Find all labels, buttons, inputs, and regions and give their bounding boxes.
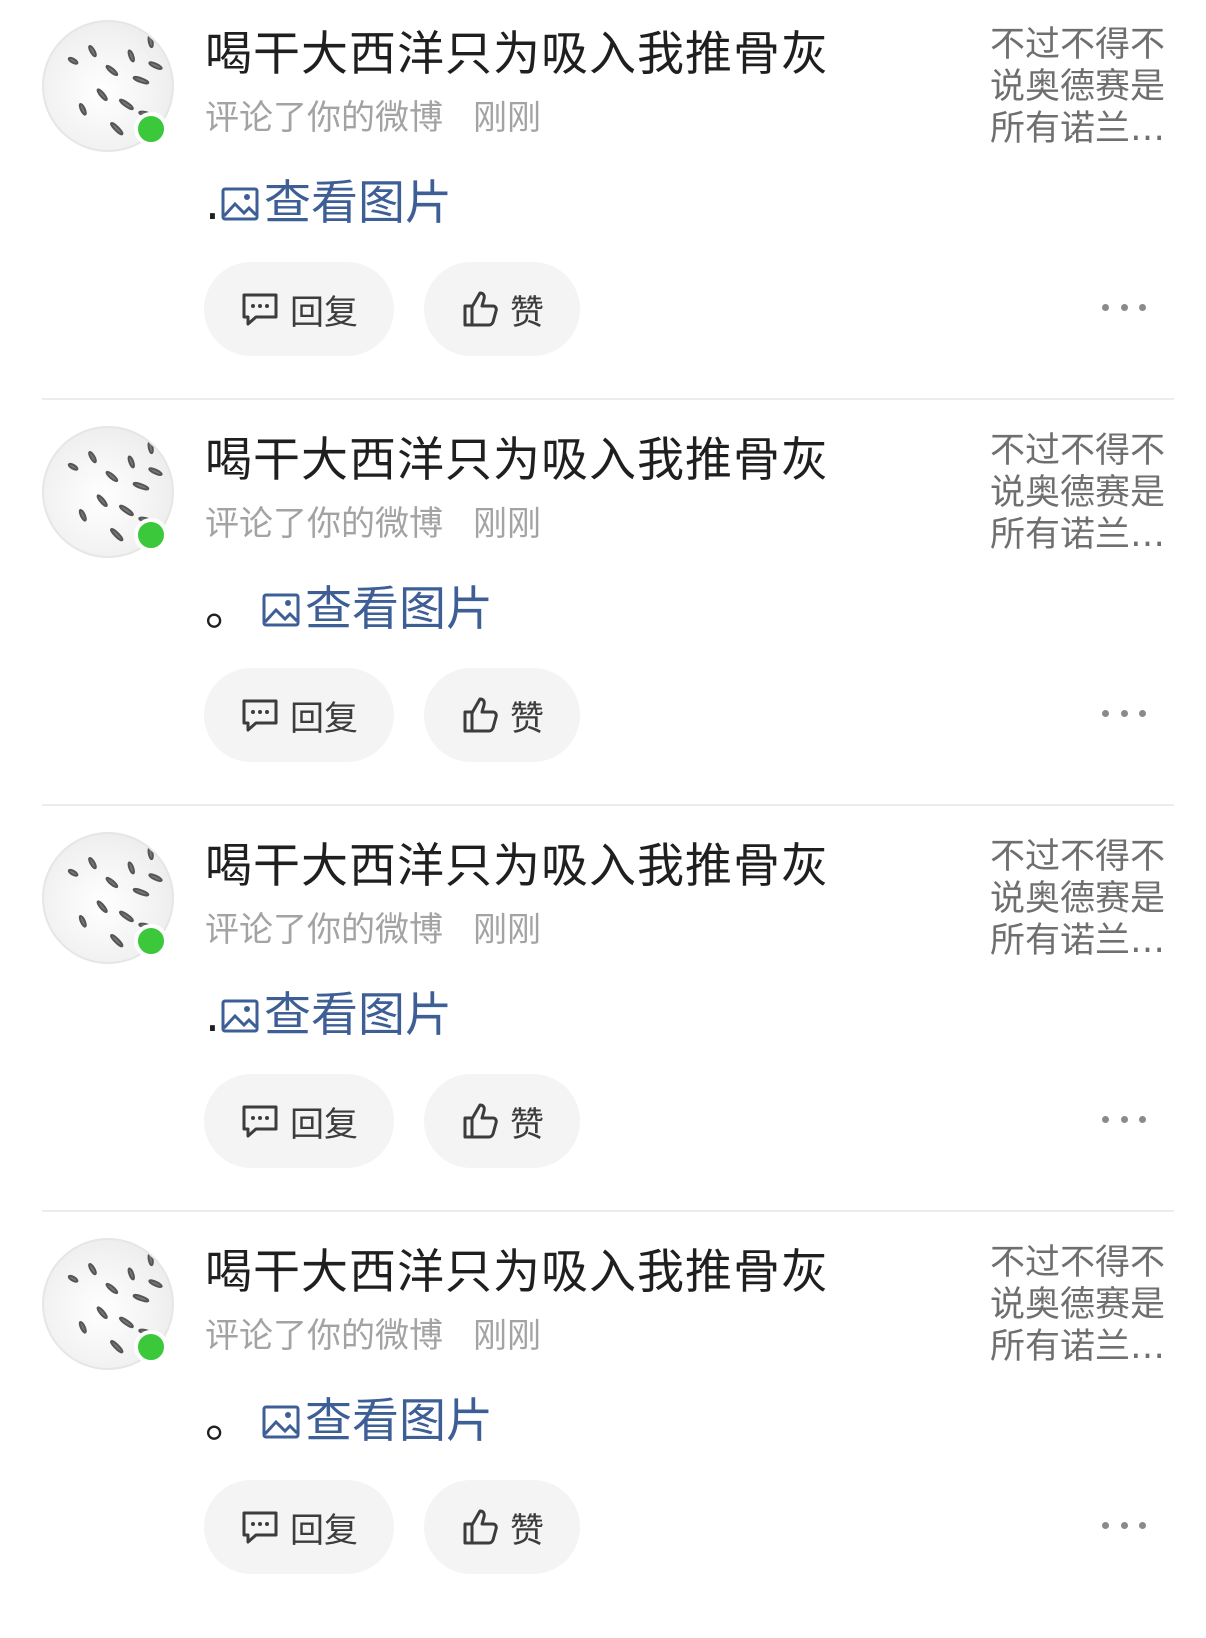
comment-icon [242,1511,278,1544]
divider [42,1210,1174,1212]
reply-label: 回复 [290,1104,358,1145]
quoted-weibo[interactable]: 不过不得不说奥德赛是所有诺兰… [990,1242,1172,1368]
reply-button[interactable]: 回复 [204,262,394,356]
image-icon [221,999,259,1033]
comment-content: 。查看图片 [205,582,493,638]
view-image-link[interactable]: 查看图片 [261,582,493,638]
notification-meta: 评论了你的微博 刚刚 [205,96,541,140]
reply-label: 回复 [290,292,358,333]
like-label: 赞 [510,1104,544,1145]
notification-item[interactable]: 喝干大西洋只为吸入我推骨灰 评论了你的微博 刚刚 不过不得不说奥德赛是所有诺兰… … [0,1218,1206,1638]
quoted-weibo[interactable]: 不过不得不说奥德赛是所有诺兰… [990,430,1172,556]
reply-button[interactable]: 回复 [204,668,394,762]
comment-text: . [205,988,220,1043]
online-status-dot [134,112,168,146]
like-label: 赞 [510,698,544,739]
action-text: 评论了你的微博 [205,1316,443,1356]
like-button[interactable]: 赞 [424,668,580,762]
online-status-dot [134,924,168,958]
image-icon [221,187,259,221]
thumbs-up-icon [463,291,498,327]
more-horizontal-icon[interactable] [1102,292,1146,322]
notification-meta: 评论了你的微博 刚刚 [205,908,541,952]
view-image-link[interactable]: 查看图片 [261,1394,493,1450]
quoted-weibo[interactable]: 不过不得不说奥德赛是所有诺兰… [990,24,1172,150]
username[interactable]: 喝干大西洋只为吸入我推骨灰 [205,432,829,490]
like-label: 赞 [510,1510,544,1551]
like-button[interactable]: 赞 [424,262,580,356]
divider [42,398,1174,400]
more-horizontal-icon[interactable] [1102,698,1146,728]
thumbs-up-icon [463,1509,498,1545]
divider [42,804,1174,806]
view-image-link[interactable]: 查看图片 [220,176,452,232]
comment-text: 。 [205,1394,252,1449]
notification-meta: 评论了你的微博 刚刚 [205,502,541,546]
notification-meta: 评论了你的微博 刚刚 [205,1314,541,1358]
action-text: 评论了你的微博 [205,910,443,950]
image-icon [262,593,300,627]
image-icon [262,1405,300,1439]
action-text: 评论了你的微博 [205,504,443,544]
timestamp: 刚刚 [473,1316,541,1356]
online-status-dot [134,1330,168,1364]
username[interactable]: 喝干大西洋只为吸入我推骨灰 [205,1244,829,1302]
thumbs-up-icon [463,1103,498,1139]
view-image-label: 查看图片 [305,1394,493,1449]
timestamp: 刚刚 [473,910,541,950]
username[interactable]: 喝干大西洋只为吸入我推骨灰 [205,838,829,896]
more-horizontal-icon[interactable] [1102,1104,1146,1134]
quoted-weibo[interactable]: 不过不得不说奥德赛是所有诺兰… [990,836,1172,962]
timestamp: 刚刚 [473,504,541,544]
reply-label: 回复 [290,698,358,739]
notification-item[interactable]: 喝干大西洋只为吸入我推骨灰 评论了你的微博 刚刚 不过不得不说奥德赛是所有诺兰… … [0,0,1206,420]
comment-content: 。查看图片 [205,1394,493,1450]
notification-item[interactable]: 喝干大西洋只为吸入我推骨灰 评论了你的微博 刚刚 不过不得不说奥德赛是所有诺兰… … [0,812,1206,1232]
thumbs-up-icon [463,697,498,733]
comment-icon [242,1105,278,1138]
view-image-link[interactable]: 查看图片 [220,988,452,1044]
action-text: 评论了你的微博 [205,98,443,138]
comment-text: 。 [205,582,252,637]
reply-label: 回复 [290,1510,358,1551]
view-image-label: 查看图片 [305,582,493,637]
comment-content: . 查看图片 [205,176,452,232]
comment-icon [242,699,278,732]
view-image-label: 查看图片 [263,988,452,1043]
more-horizontal-icon[interactable] [1102,1510,1146,1540]
online-status-dot [134,518,168,552]
like-label: 赞 [510,292,544,333]
reply-button[interactable]: 回复 [204,1480,394,1574]
timestamp: 刚刚 [473,98,541,138]
view-image-label: 查看图片 [263,176,452,231]
like-button[interactable]: 赞 [424,1480,580,1574]
username[interactable]: 喝干大西洋只为吸入我推骨灰 [205,26,829,84]
like-button[interactable]: 赞 [424,1074,580,1168]
reply-button[interactable]: 回复 [204,1074,394,1168]
comment-text: . [205,176,220,231]
notification-item[interactable]: 喝干大西洋只为吸入我推骨灰 评论了你的微博 刚刚 不过不得不说奥德赛是所有诺兰… … [0,406,1206,826]
comment-content: . 查看图片 [205,988,452,1044]
comment-icon [242,293,278,326]
